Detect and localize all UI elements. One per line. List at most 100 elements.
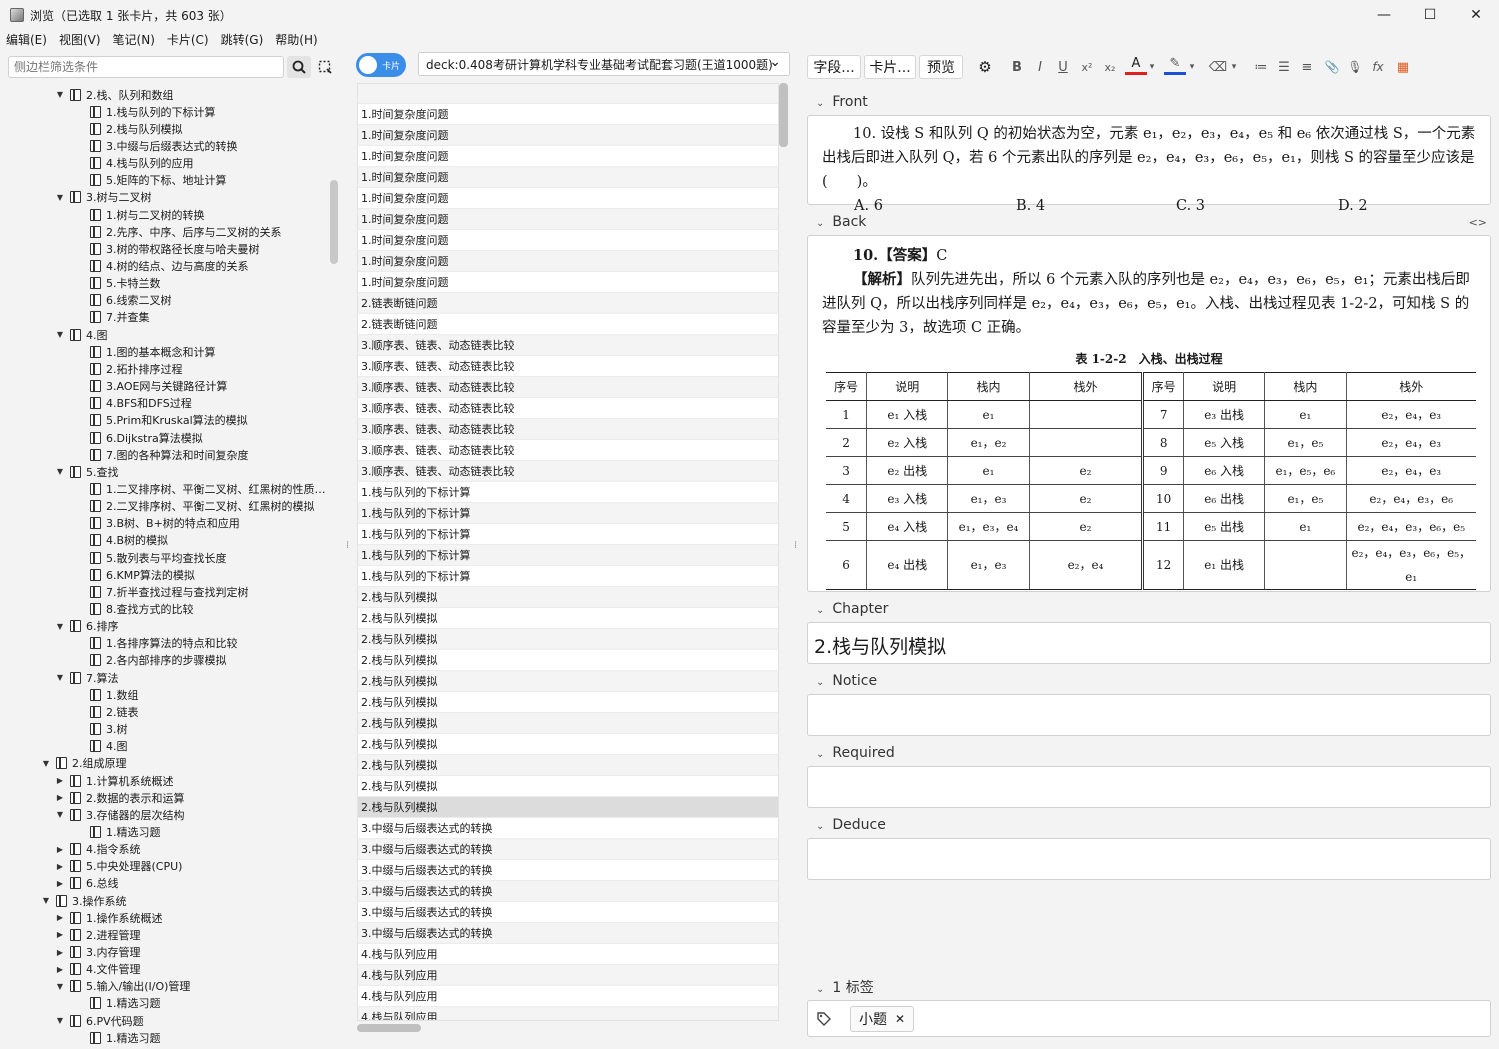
chapter-field-editor[interactable]: 2.栈与队列模拟 (807, 622, 1491, 664)
front-field-editor[interactable]: 10. 设栈 S 和队列 Q 的初始状态为空，元素 e₁，e₂，e₃，e₄，e₅… (807, 115, 1491, 214)
minimize-button[interactable]: — (1361, 0, 1407, 30)
table-row[interactable]: 1.时间复杂度问题 (358, 125, 778, 146)
expand-open-icon[interactable]: ▼ (54, 622, 66, 631)
field-label-notice[interactable]: ⌄ Notice (816, 673, 877, 689)
expand-open-icon[interactable]: ▼ (54, 330, 66, 339)
tree-item[interactable]: ▶ 2.数据的表示和运算 (54, 789, 185, 806)
align-icon[interactable]: ≡ (1296, 55, 1318, 79)
tree-item[interactable]: 2.先序、中序、后序与二叉树的关系 (86, 223, 282, 240)
expand-open-icon[interactable]: ▼ (40, 759, 52, 768)
table-row[interactable]: 2.栈与队列模拟 (358, 587, 778, 608)
table-row[interactable]: 3.顺序表、链表、动态链表比较 (358, 356, 778, 377)
table-row[interactable]: 2.链表断链问题 (358, 293, 778, 314)
tree-item[interactable]: 7.并查集 (86, 309, 150, 326)
table-row[interactable]: 1.时间复杂度问题 (358, 209, 778, 230)
chevron-down-icon[interactable]: ▾ (1186, 55, 1198, 79)
table-row[interactable]: 1.栈与队列的下标计算 (358, 566, 778, 587)
table-row[interactable]: 1.栈与队列的下标计算 (358, 545, 778, 566)
tree-item[interactable]: 1.二叉排序树、平衡二叉树、红黑树的性质… (86, 480, 326, 497)
chevron-down-icon[interactable]: ⌄ (816, 984, 824, 995)
tree-item[interactable]: 2.各内部排序的步骤模拟 (86, 652, 227, 669)
tree-item[interactable]: ▼ 5.查找 (54, 463, 119, 480)
superscript-icon[interactable]: x² (1076, 55, 1098, 79)
card-list[interactable]: 1.时间复杂度问题 1.时间复杂度问题 1.时间复杂度问题 1.时间复杂度问题 1.时间… (357, 83, 779, 1021)
table-row[interactable]: 2.栈与队列模拟 (358, 650, 778, 671)
search-query-box[interactable]: deck:0.408考研计算机学科专业基础考试配套习题(王道1000题) ⌄ (418, 52, 790, 76)
table-row[interactable]: 2.栈与队列模拟 (358, 797, 778, 818)
tree-item[interactable]: ▼ 4.图 (54, 326, 108, 343)
expand-closed-icon[interactable]: ▶ (54, 965, 66, 974)
bullet-list-icon[interactable]: ≔ (1250, 55, 1272, 79)
table-row[interactable]: 1.时间复杂度问题 (358, 104, 778, 125)
tree-item[interactable]: 1.精选习题 (86, 823, 161, 840)
chevron-down-icon[interactable]: ⌄ (769, 54, 781, 70)
deck-tree[interactable]: ▼ 2.栈、队列和数组 1.栈与队列的下标计算 2.栈与队列模拟 3.中缀与后缀表达式的… (0, 85, 330, 1049)
table-row[interactable]: 3.顺序表、链表、动态链表比较 (358, 335, 778, 356)
expand-closed-icon[interactable]: ▶ (54, 879, 66, 888)
table-row[interactable]: 3.顺序表、链表、动态链表比较 (358, 398, 778, 419)
tag-chip[interactable]: 小题 ✕ (850, 1005, 915, 1032)
expand-open-icon[interactable]: ▼ (40, 896, 52, 905)
field-label-deduce[interactable]: ⌄ Deduce (816, 817, 886, 833)
expand-closed-icon[interactable]: ▶ (54, 913, 66, 922)
chevron-down-icon[interactable]: ⌄ (816, 821, 824, 832)
splitter-handle-2[interactable]: ⁞ (794, 540, 797, 551)
tree-item[interactable]: 4.BFS和DFS过程 (86, 395, 192, 412)
fields-button[interactable]: 字段... (807, 55, 861, 79)
menu-help[interactable]: 帮助(H) (275, 31, 317, 48)
field-label-required[interactable]: ⌄ Required (816, 745, 895, 761)
menu-go[interactable]: 跳转(G) (221, 31, 264, 48)
search-button[interactable] (287, 56, 311, 78)
sidebar-scrollbar[interactable] (330, 180, 338, 264)
tree-item[interactable]: 3.树的带权路径长度与哈夫曼树 (86, 240, 260, 257)
table-row[interactable]: 1.时间复杂度问题 (358, 251, 778, 272)
deduce-field-editor[interactable] (807, 838, 1491, 880)
table-row[interactable]: 2.栈与队列模拟 (358, 671, 778, 692)
table-row[interactable]: 3.顺序表、链表、动态链表比较 (358, 419, 778, 440)
expand-closed-icon[interactable]: ▶ (54, 948, 66, 957)
tree-item[interactable]: 2.栈与队列模拟 (86, 120, 183, 137)
underline-icon[interactable]: U (1052, 55, 1074, 79)
bold-icon[interactable]: B (1006, 55, 1028, 79)
field-label-back[interactable]: ⌄ Back (816, 214, 866, 230)
expand-open-icon[interactable]: ▼ (54, 810, 66, 819)
expand-closed-icon[interactable]: ▶ (54, 845, 66, 854)
tree-item[interactable]: ▶ 1.计算机系统概述 (54, 772, 174, 789)
remove-tag-icon[interactable]: ✕ (895, 1012, 905, 1026)
table-row[interactable]: 1.时间复杂度问题 (358, 272, 778, 293)
table-row[interactable]: 4.栈与队列应用 (358, 944, 778, 965)
table-row[interactable]: 3.中缀与后缀表达式的转换 (358, 923, 778, 944)
cards-button[interactable]: 卡片... (864, 55, 916, 79)
table-row[interactable]: 3.中缀与后缀表达式的转换 (358, 839, 778, 860)
tree-item[interactable]: 3.中缀与后缀表达式的转换 (86, 137, 238, 154)
tree-item[interactable]: 7.折半查找过程与查找判定树 (86, 583, 249, 600)
tree-item[interactable]: 2.链表 (86, 703, 139, 720)
expand-open-icon[interactable]: ▼ (54, 193, 66, 202)
table-row[interactable]: 1.栈与队列的下标计算 (358, 482, 778, 503)
chevron-down-icon[interactable]: ⌄ (816, 749, 824, 760)
tree-item[interactable]: 3.B树、B+树的特点和应用 (86, 515, 240, 532)
table-row[interactable]: 2.栈与队列模拟 (358, 734, 778, 755)
tree-item[interactable]: 8.查找方式的比较 (86, 601, 194, 618)
field-label-front[interactable]: ⌄ Front (816, 94, 868, 110)
eraser-icon[interactable]: ⌫ (1207, 55, 1229, 79)
tree-item[interactable]: ▶ 4.文件管理 (54, 961, 141, 978)
tree-item[interactable]: ▼ 3.存储器的层次结构 (54, 806, 185, 823)
list-horizontal-scrollbar[interactable] (357, 1024, 421, 1032)
tree-item[interactable]: 5.卡特兰数 (86, 275, 161, 292)
tree-item[interactable]: 6.Dijkstra算法模拟 (86, 429, 203, 446)
table-row[interactable]: 3.顺序表、链表、动态链表比较 (358, 440, 778, 461)
table-row[interactable]: 3.顺序表、链表、动态链表比较 (358, 461, 778, 482)
tree-item[interactable]: 4.图 (86, 738, 128, 755)
table-row[interactable]: 3.中缀与后缀表达式的转换 (358, 860, 778, 881)
table-row[interactable]: 2.栈与队列模拟 (358, 608, 778, 629)
field-label-chapter[interactable]: ⌄ Chapter (816, 601, 888, 617)
expand-open-icon[interactable]: ▼ (54, 90, 66, 99)
chevron-down-icon[interactable]: ▾ (1228, 55, 1240, 79)
cards-notes-toggle[interactable]: 卡片 (356, 53, 406, 77)
tree-item[interactable]: ▼ 5.输入/输出(I/O)管理 (54, 978, 190, 995)
chevron-down-icon[interactable]: ⌄ (816, 218, 824, 229)
tree-item[interactable]: ▼ 2.栈、队列和数组 (54, 86, 174, 103)
tree-item[interactable]: ▼ 3.树与二叉树 (54, 189, 152, 206)
expand-open-icon[interactable]: ▼ (54, 982, 66, 991)
